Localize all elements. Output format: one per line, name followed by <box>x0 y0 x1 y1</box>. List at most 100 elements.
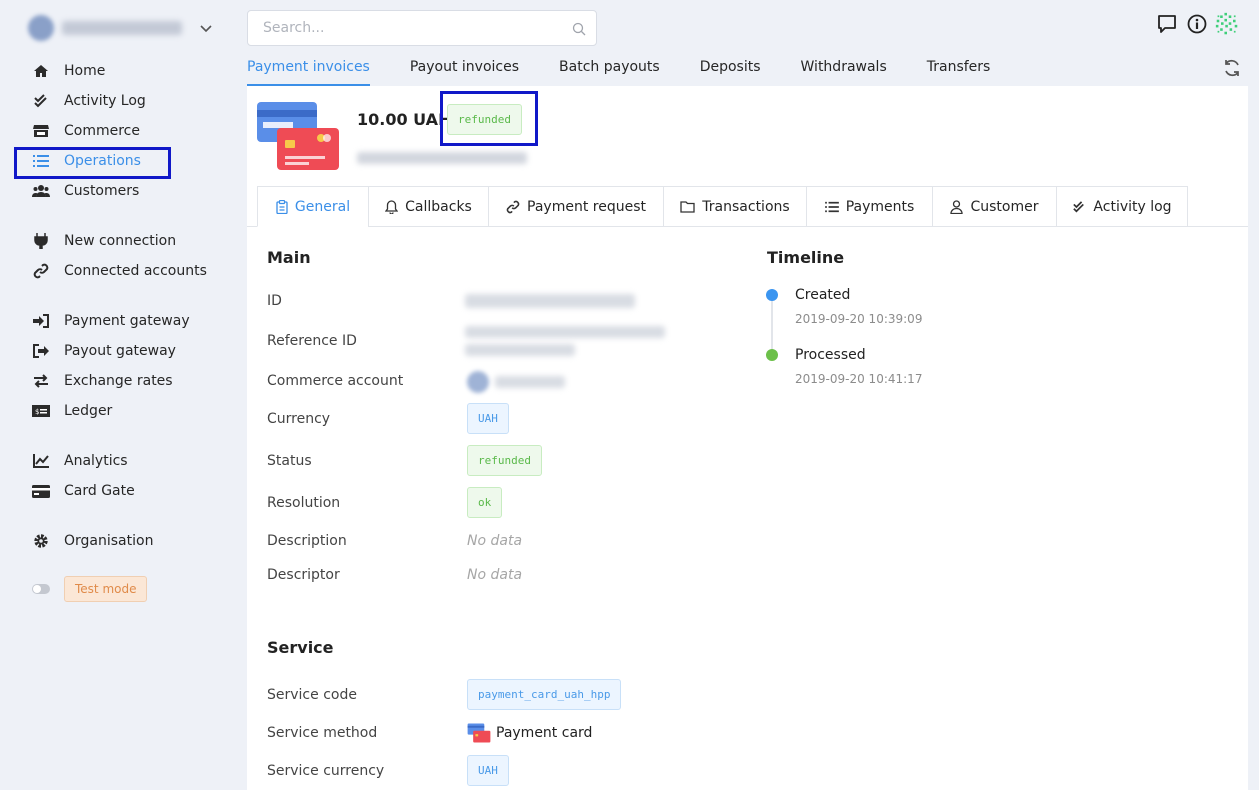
invoice-panel: 10.00 UAH refunded General Callbacks Pay… <box>247 86 1248 790</box>
field-label-status: Status <box>267 453 312 469</box>
search-icon <box>572 22 586 36</box>
sidebar-item-card-gate[interactable]: Card Gate <box>32 479 135 503</box>
sidebar-item-organisation[interactable]: Organisation <box>32 529 153 553</box>
info-icon[interactable] <box>1185 12 1209 36</box>
timeline-event-date: 2019-09-20 10:39:09 <box>795 312 923 326</box>
chat-icon[interactable] <box>1155 12 1179 36</box>
test-mode-badge: Test mode <box>64 576 148 602</box>
link-icon <box>506 200 520 214</box>
field-label-service-currency: Service currency <box>267 763 385 779</box>
sidebar-item-commerce[interactable]: Commerce <box>32 119 140 143</box>
tab-customer[interactable]: Customer <box>932 186 1056 227</box>
timeline-event-date: 2019-09-20 10:41:17 <box>795 372 923 386</box>
sidebar-item-customers[interactable]: Customers <box>32 179 139 203</box>
tab-payments[interactable]: Payments <box>806 186 932 227</box>
service-section-title: Service <box>267 638 334 657</box>
tab-general[interactable]: General <box>257 186 368 227</box>
sidebar-item-payout-gateway[interactable]: Payout gateway <box>32 339 176 363</box>
sidebar-item-activity-log[interactable]: Activity Log <box>32 89 146 113</box>
sidebar-item-exchange-rates[interactable]: Exchange rates <box>32 369 173 393</box>
link-icon <box>32 262 50 280</box>
tab-transfers[interactable]: Transfers <box>927 56 991 86</box>
tab-transactions[interactable]: Transactions <box>663 186 806 227</box>
reference-id-value-blurred-2 <box>465 344 575 356</box>
field-label-commerce-account: Commerce account <box>267 373 404 389</box>
sidebar-item-label: Exchange rates <box>64 373 173 389</box>
clipboard-icon <box>276 199 288 214</box>
top-icons <box>1155 12 1245 36</box>
payment-card-icon <box>467 723 491 743</box>
sign-in-icon <box>32 312 50 330</box>
sign-out-icon <box>32 342 50 360</box>
sidebar-item-label: Commerce <box>64 123 140 139</box>
tab-label: Customer <box>970 198 1039 215</box>
sidebar-item-label: New connection <box>64 233 177 249</box>
resolution-badge: ok <box>467 487 503 518</box>
timeline-event-title: Processed <box>795 347 866 363</box>
descriptor-value: No data <box>467 567 523 583</box>
account-avatar <box>28 15 54 41</box>
tab-payment-request[interactable]: Payment request <box>488 186 663 227</box>
tab-label: Payments <box>845 198 915 215</box>
invoice-amount: 10.00 UAH <box>357 110 452 129</box>
tab-deposits[interactable]: Deposits <box>700 56 761 86</box>
sidebar-item-label: Home <box>64 63 106 79</box>
main-section-title: Main <box>267 248 311 267</box>
payment-cards-icon <box>257 102 339 170</box>
folder-icon <box>680 200 695 213</box>
svg-text:$: $ <box>35 408 39 416</box>
sidebar-item-payment-gateway[interactable]: Payment gateway <box>32 309 190 333</box>
test-mode-toggle[interactable] <box>32 584 50 594</box>
service-method-value: Payment card <box>496 725 593 741</box>
tab-callbacks[interactable]: Callbacks <box>368 186 488 227</box>
tab-withdrawals[interactable]: Withdrawals <box>801 56 887 86</box>
description-value: No data <box>467 533 523 549</box>
tab-payout-invoices[interactable]: Payout invoices <box>410 56 519 86</box>
timeline-dot-created <box>766 289 778 301</box>
service-code-badge: payment_card_uah_hpp <box>467 679 622 710</box>
field-label-service-method: Service method <box>267 725 378 741</box>
sidebar-item-new-connection[interactable]: New connection <box>32 229 176 253</box>
sidebar-item-ledger[interactable]: $ Ledger <box>32 399 112 423</box>
field-label-service-code: Service code <box>267 687 357 703</box>
store-icon <box>32 122 50 140</box>
timeline-dot-processed <box>766 349 778 361</box>
plug-icon <box>32 232 50 250</box>
field-label-resolution: Resolution <box>267 495 341 511</box>
tab-activity-log[interactable]: Activity log <box>1056 186 1188 227</box>
double-check-icon <box>1072 200 1086 213</box>
field-label-descriptor: Descriptor <box>267 567 340 583</box>
tab-batch-payouts[interactable]: Batch payouts <box>559 56 660 86</box>
account-switcher[interactable] <box>22 12 218 44</box>
sidebar-item-label: Connected accounts <box>64 263 207 279</box>
sidebar-item-label: Payment gateway <box>64 313 190 329</box>
sidebar-item-label: Activity Log <box>64 93 146 109</box>
field-label-description: Description <box>267 533 347 549</box>
sidebar-item-home[interactable]: Home <box>32 59 105 83</box>
status-badge: refunded <box>467 445 542 476</box>
user-avatar-icon[interactable] <box>1215 12 1239 36</box>
gear-icon <box>32 532 50 550</box>
detail-tabs: General Callbacks Payment request Transa… <box>257 186 1188 227</box>
timeline-line <box>771 298 773 356</box>
commerce-account-name-blurred <box>495 376 565 388</box>
sidebar-item-analytics[interactable]: Analytics <box>32 449 128 473</box>
tab-label: Transactions <box>702 198 790 215</box>
test-mode-control: Test mode <box>32 576 148 602</box>
tab-label: Callbacks <box>405 198 472 215</box>
refresh-icon[interactable] <box>1222 58 1242 78</box>
tab-label: General <box>294 198 351 215</box>
operations-highlight-box <box>14 147 171 179</box>
sidebar-item-label: Ledger <box>64 403 113 419</box>
credit-card-icon <box>32 482 50 500</box>
search-input[interactable] <box>248 11 548 45</box>
status-highlight-box <box>440 91 538 146</box>
service-currency-badge: UAH <box>467 755 509 786</box>
sidebar-item-label: Analytics <box>64 453 128 469</box>
chart-line-icon <box>32 452 50 470</box>
tab-payment-invoices[interactable]: Payment invoices <box>247 56 370 86</box>
reference-id-value-blurred <box>465 326 665 338</box>
search-box <box>247 10 597 46</box>
sidebar-item-connected-accounts[interactable]: Connected accounts <box>32 259 207 283</box>
chevron-down-icon <box>200 25 212 33</box>
